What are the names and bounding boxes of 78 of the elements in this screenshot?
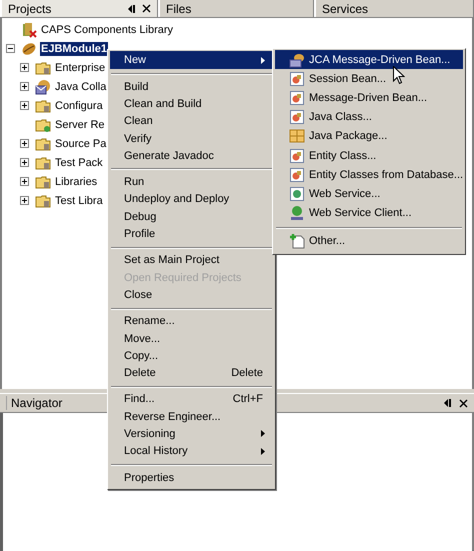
menu-item[interactable]: Web Service Client...: [275, 204, 463, 223]
menu-item[interactable]: Find... Ctrl+F: [110, 390, 273, 408]
menu-item[interactable]: Rename...: [110, 312, 273, 330]
menu-item[interactable]: New: [110, 51, 273, 69]
folder-icon: [35, 116, 51, 132]
menu-item[interactable]: Build: [110, 78, 273, 96]
menu-item[interactable]: Other...: [275, 232, 463, 251]
expand-icon[interactable]: [20, 139, 29, 148]
class-icon: [289, 90, 305, 106]
folder-icon: [35, 174, 51, 190]
menu-item[interactable]: Set as Main Project: [110, 252, 273, 269]
tree-item[interactable]: Test Pack: [54, 156, 104, 170]
folder-icon: [35, 154, 51, 170]
expand-icon[interactable]: [20, 177, 29, 186]
collapse-icon[interactable]: [6, 44, 15, 53]
package-icon: [289, 128, 305, 144]
tree-item[interactable]: Enterprise: [54, 60, 106, 74]
class-icon: [289, 70, 305, 87]
expand-icon[interactable]: [20, 63, 29, 72]
tree-item[interactable]: Source Pa: [54, 136, 108, 150]
minimize-icon[interactable]: [127, 4, 137, 14]
submenu-arrow-icon: [261, 430, 265, 438]
expand-icon[interactable]: [20, 158, 29, 167]
menu-item[interactable]: Versioning: [110, 425, 273, 443]
panel-tab[interactable]: Files: [158, 0, 314, 17]
panel-tab[interactable]: Projects: [0, 0, 158, 17]
folder-icon: [35, 136, 51, 152]
library-icon: [21, 22, 37, 38]
new-file-icon: [289, 233, 305, 250]
tree-item[interactable]: CAPS Components Library: [40, 22, 174, 36]
mouse-pointer-icon: [393, 66, 405, 85]
menu-item[interactable]: Copy...: [110, 347, 273, 364]
menu-item[interactable]: Verify: [110, 130, 273, 148]
tree-item[interactable]: Java Colla: [54, 80, 108, 94]
minimize-icon[interactable]: [443, 398, 453, 408]
menu-item[interactable]: Undeploy and Deploy: [110, 190, 273, 208]
menu-item[interactable]: Java Package...: [275, 126, 463, 146]
class-icon: [289, 109, 305, 126]
menu-item[interactable]: Run: [110, 173, 273, 191]
menu-item[interactable]: Message-Driven Bean...: [275, 88, 463, 108]
envelope-icon: [35, 78, 51, 94]
tree-item[interactable]: EJBModule1: [40, 42, 108, 56]
bean-icon: [289, 52, 305, 68]
menu-item[interactable]: Entity Classes from Database...: [275, 165, 463, 184]
tree-item[interactable]: Server Re: [54, 118, 106, 132]
submenu-arrow-icon: [261, 56, 265, 64]
folder-icon: [35, 192, 51, 208]
menu-item[interactable]: Move...: [110, 330, 273, 348]
menu-item[interactable]: Web Service...: [275, 184, 463, 204]
folder-icon: [35, 98, 51, 114]
menu-item[interactable]: Clean and Build: [110, 95, 273, 113]
menu-item[interactable]: Debug: [110, 208, 273, 226]
menu-item[interactable]: Local History: [110, 442, 273, 460]
menu-item[interactable]: Delete Delete: [110, 364, 273, 382]
close-icon[interactable]: [459, 398, 468, 408]
class-icon: [289, 148, 305, 164]
menu-item[interactable]: Clean: [110, 112, 273, 130]
tree-item[interactable]: Configura: [54, 98, 104, 112]
menu-item[interactable]: Entity Class...: [275, 146, 463, 166]
expand-icon[interactable]: [20, 82, 29, 91]
expand-icon[interactable]: [20, 101, 29, 110]
menu-item[interactable]: Properties: [110, 468, 273, 486]
bean-icon: [21, 40, 37, 56]
menu-item[interactable]: Session Bean...: [275, 69, 463, 88]
menu-item[interactable]: Java Class...: [275, 108, 463, 127]
panel-tab[interactable]: Services: [314, 0, 474, 17]
class-icon: [289, 166, 305, 183]
menu-item[interactable]: Close: [110, 286, 273, 304]
menu-item[interactable]: Profile: [110, 225, 273, 243]
submenu-arrow-icon: [261, 448, 265, 455]
expand-icon[interactable]: [20, 196, 29, 205]
menu-item[interactable]: JCA Message-Driven Bean...: [275, 50, 463, 70]
menu-item[interactable]: Reverse Engineer...: [110, 408, 273, 426]
close-icon[interactable]: [142, 4, 151, 13]
tree-item[interactable]: Test Libra: [54, 194, 104, 208]
menu-item[interactable]: Generate Javadoc: [110, 147, 273, 164]
tree-item[interactable]: Libraries: [54, 174, 98, 188]
folder-icon: [35, 60, 51, 76]
